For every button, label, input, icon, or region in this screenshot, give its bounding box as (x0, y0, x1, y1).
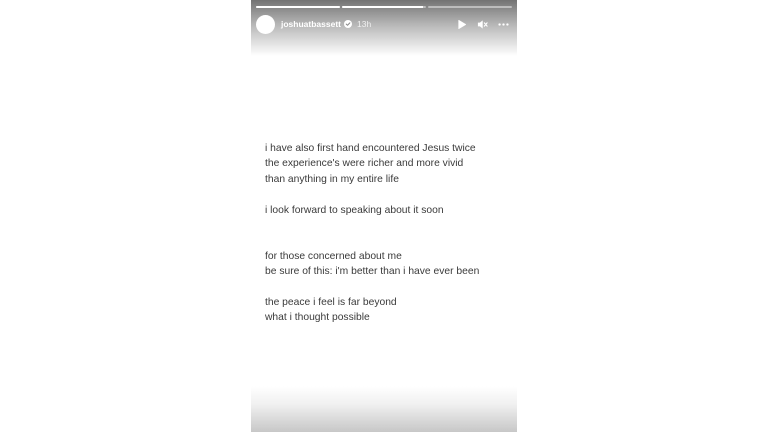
progress-segment-2 (342, 6, 426, 8)
play-icon[interactable] (456, 19, 467, 30)
avatar[interactable] (256, 14, 275, 34)
caption-line: for those concerned about me (265, 250, 402, 262)
username-link[interactable]: joshuatbassett (281, 19, 341, 29)
story-viewer[interactable]: joshuatbassett 13h i have also first han… (251, 0, 517, 432)
verified-badge-icon (344, 20, 352, 28)
caption-line: the experience's were richer and more vi… (265, 158, 464, 170)
caption-line: than anything in my entire life (265, 173, 399, 185)
progress-segment-3 (428, 6, 512, 8)
progress-segment-1-fill (256, 6, 340, 8)
caption-line: i have also first hand encountered Jesus… (265, 143, 476, 154)
caption-line: the peace i feel is far beyond (265, 297, 397, 309)
story-controls (456, 19, 509, 30)
caption-line: i look forward to speaking about it soon (265, 204, 444, 216)
story-caption: i have also first hand encountered Jesus… (265, 141, 515, 326)
progress-segment-1 (256, 6, 340, 8)
caption-line: what i thought possible (265, 312, 370, 324)
caption-line: be sure of this: i'm better than i have … (265, 266, 480, 278)
story-header: joshuatbassett 13h (256, 14, 512, 34)
bottom-gradient (251, 386, 517, 432)
more-options-icon[interactable] (498, 19, 509, 30)
story-timestamp: 13h (357, 19, 372, 29)
story-progress-bar (256, 6, 512, 8)
mute-icon[interactable] (477, 19, 488, 30)
progress-segment-2-fill (342, 6, 424, 8)
page-background: joshuatbassett 13h i have also first han… (0, 0, 768, 432)
